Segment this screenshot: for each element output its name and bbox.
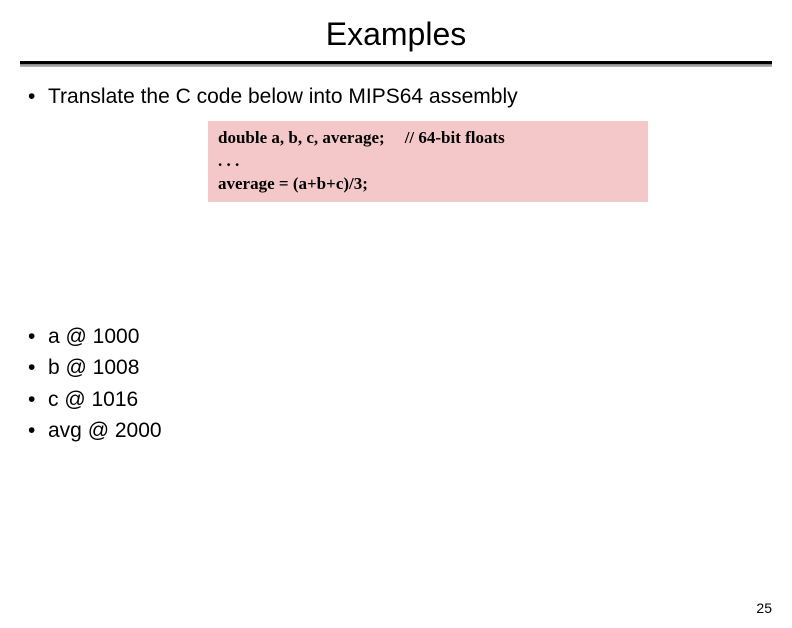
memory-a-text: a @ 1000 xyxy=(48,325,139,348)
memory-avg-text: avg @ 2000 xyxy=(48,419,162,442)
slide-content: •Translate the C code below into MIPS64 … xyxy=(0,85,792,445)
slide-title: Examples xyxy=(0,16,792,53)
memory-item-c: •c @ 1016 xyxy=(28,385,764,414)
bullet-dot-icon: • xyxy=(28,385,48,414)
bullet-dot-icon: • xyxy=(28,85,48,109)
code-block: double a, b, c, average; // 64-bit floats… xyxy=(208,121,648,202)
code-line-1: double a, b, c, average; // 64-bit floats xyxy=(218,127,638,150)
memory-list: •a @ 1000 •b @ 1008 •c @ 1016 •avg @ 200… xyxy=(28,322,764,446)
page-number: 25 xyxy=(756,600,772,616)
code-comment: // 64-bit floats xyxy=(405,128,505,147)
memory-c-text: c @ 1016 xyxy=(48,388,138,411)
memory-item-a: •a @ 1000 xyxy=(28,322,764,351)
code-line-2: . . . xyxy=(218,150,638,173)
bullet-dot-icon: • xyxy=(28,416,48,445)
memory-b-text: b @ 1008 xyxy=(48,356,139,379)
intro-bullet: •Translate the C code below into MIPS64 … xyxy=(28,85,764,109)
code-decl: double a, b, c, average; xyxy=(218,128,385,147)
intro-text: Translate the C code below into MIPS64 a… xyxy=(48,85,518,108)
code-line-3: average = (a+b+c)/3; xyxy=(218,173,638,196)
memory-item-avg: •avg @ 2000 xyxy=(28,416,764,445)
memory-item-b: •b @ 1008 xyxy=(28,353,764,382)
bullet-dot-icon: • xyxy=(28,353,48,382)
title-divider xyxy=(20,61,772,67)
bullet-dot-icon: • xyxy=(28,322,48,351)
